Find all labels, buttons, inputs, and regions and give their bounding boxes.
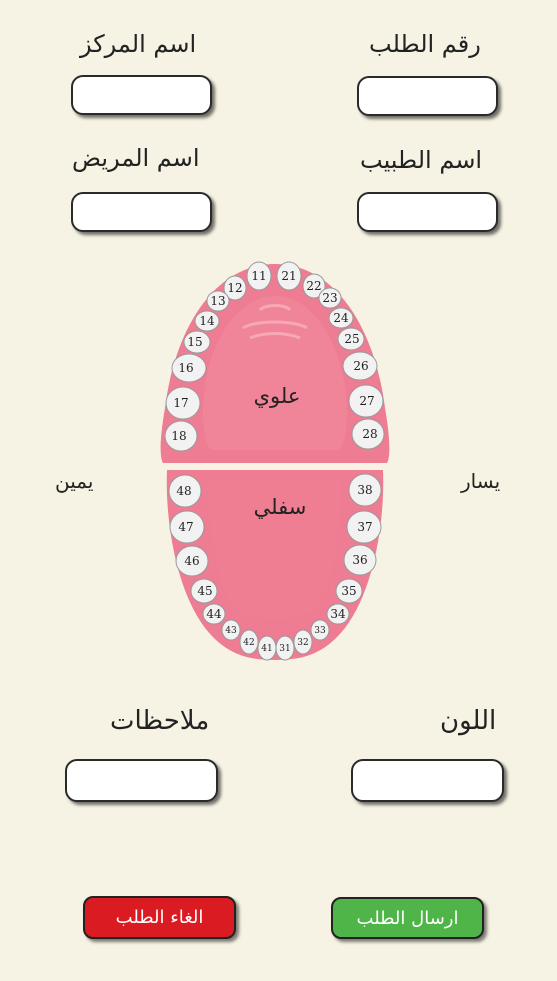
tooth-label: 31 — [279, 644, 290, 654]
tooth-label: 24 — [333, 311, 349, 325]
tooth-47[interactable]: 47 — [169, 510, 205, 544]
tooth-label: 35 — [341, 584, 356, 598]
lower-arch-label: سفلي — [254, 495, 307, 519]
tooth-41[interactable]: 41 — [257, 635, 277, 661]
left-side-label: يسار — [461, 469, 501, 493]
right-side-label: يمين — [55, 469, 94, 493]
tooth-label: 15 — [187, 335, 202, 349]
tooth-label: 22 — [306, 279, 321, 293]
tooth-label: 23 — [322, 291, 337, 305]
center-name-label: اسم المركز — [80, 30, 197, 58]
color-label: اللون — [440, 706, 497, 736]
tooth-13[interactable]: 13 — [206, 290, 230, 312]
tooth-label: 48 — [176, 484, 191, 498]
order-number-field[interactable] — [357, 76, 498, 116]
tooth-label: 46 — [184, 554, 199, 568]
tooth-label: 43 — [225, 626, 237, 636]
tooth-37[interactable]: 37 — [346, 510, 382, 544]
tooth-label: 44 — [206, 607, 222, 621]
tooth-35[interactable]: 35 — [335, 578, 363, 604]
tooth-label: 21 — [281, 269, 296, 283]
upper-arch-label: علوي — [254, 384, 301, 408]
color-field[interactable] — [351, 759, 504, 802]
tooth-label: 38 — [357, 483, 372, 497]
tooth-45[interactable]: 45 — [190, 578, 218, 604]
tooth-label: 18 — [171, 429, 186, 443]
tooth-label: 34 — [330, 607, 346, 621]
dental-chart: علوي سفلي 11 12 13 14 15 16 17 18 21 22 … — [160, 261, 390, 661]
tooth-11[interactable]: 11 — [246, 261, 272, 291]
tooth-label: 26 — [353, 359, 368, 373]
send-request-button[interactable]: ارسال الطلب — [331, 897, 484, 939]
doctor-name-field[interactable] — [357, 192, 498, 232]
tooth-label: 37 — [357, 520, 372, 534]
tooth-label: 33 — [314, 626, 326, 636]
tooth-27[interactable]: 27 — [348, 384, 384, 418]
tooth-label: 32 — [297, 638, 308, 648]
tooth-36[interactable]: 36 — [343, 544, 377, 576]
tooth-16[interactable]: 16 — [171, 353, 207, 383]
tooth-14[interactable]: 14 — [194, 310, 220, 332]
tooth-label: 28 — [362, 427, 377, 441]
tooth-label: 45 — [197, 584, 212, 598]
tooth-label: 17 — [173, 396, 188, 410]
tooth-label: 27 — [359, 394, 374, 408]
notes-field[interactable] — [65, 759, 218, 802]
tooth-label: 13 — [210, 294, 225, 308]
patient-name-label: اسم المريض — [72, 144, 200, 172]
cancel-request-button[interactable]: الغاء الطلب — [83, 896, 236, 939]
tooth-15[interactable]: 15 — [183, 330, 211, 354]
tooth-34[interactable]: 34 — [326, 603, 350, 625]
tooth-17[interactable]: 17 — [165, 386, 201, 420]
tooth-42[interactable]: 42 — [239, 629, 259, 655]
tooth-25[interactable]: 25 — [337, 327, 365, 351]
tooth-46[interactable]: 46 — [175, 545, 209, 577]
notes-label: ملاحظات — [110, 706, 210, 736]
tooth-label: 11 — [251, 269, 266, 283]
tooth-24[interactable]: 24 — [328, 307, 354, 329]
tooth-label: 41 — [261, 644, 272, 654]
tooth-48[interactable]: 48 — [168, 474, 202, 508]
center-name-field[interactable] — [71, 75, 212, 115]
tooth-label: 42 — [243, 638, 254, 648]
tooth-label: 25 — [344, 332, 359, 346]
tooth-28[interactable]: 28 — [351, 418, 385, 450]
tooth-26[interactable]: 26 — [342, 351, 378, 381]
tooth-label: 12 — [227, 281, 242, 295]
tooth-label: 36 — [352, 553, 367, 567]
tooth-label: 47 — [178, 520, 193, 534]
tooth-31[interactable]: 31 — [275, 635, 295, 661]
tooth-23[interactable]: 23 — [318, 287, 342, 309]
doctor-name-label: اسم الطبيب — [360, 146, 483, 174]
tooth-21[interactable]: 21 — [276, 261, 302, 291]
tooth-43[interactable]: 43 — [221, 619, 241, 641]
tooth-label: 14 — [199, 314, 215, 328]
patient-name-field[interactable] — [71, 192, 212, 232]
tooth-32[interactable]: 32 — [293, 629, 313, 655]
tooth-label: 16 — [178, 361, 193, 375]
order-number-label: رقم الطلب — [369, 30, 481, 58]
tooth-38[interactable]: 38 — [348, 473, 382, 507]
tooth-33[interactable]: 33 — [310, 619, 330, 641]
tooth-44[interactable]: 44 — [202, 603, 226, 625]
tooth-18[interactable]: 18 — [164, 420, 198, 452]
